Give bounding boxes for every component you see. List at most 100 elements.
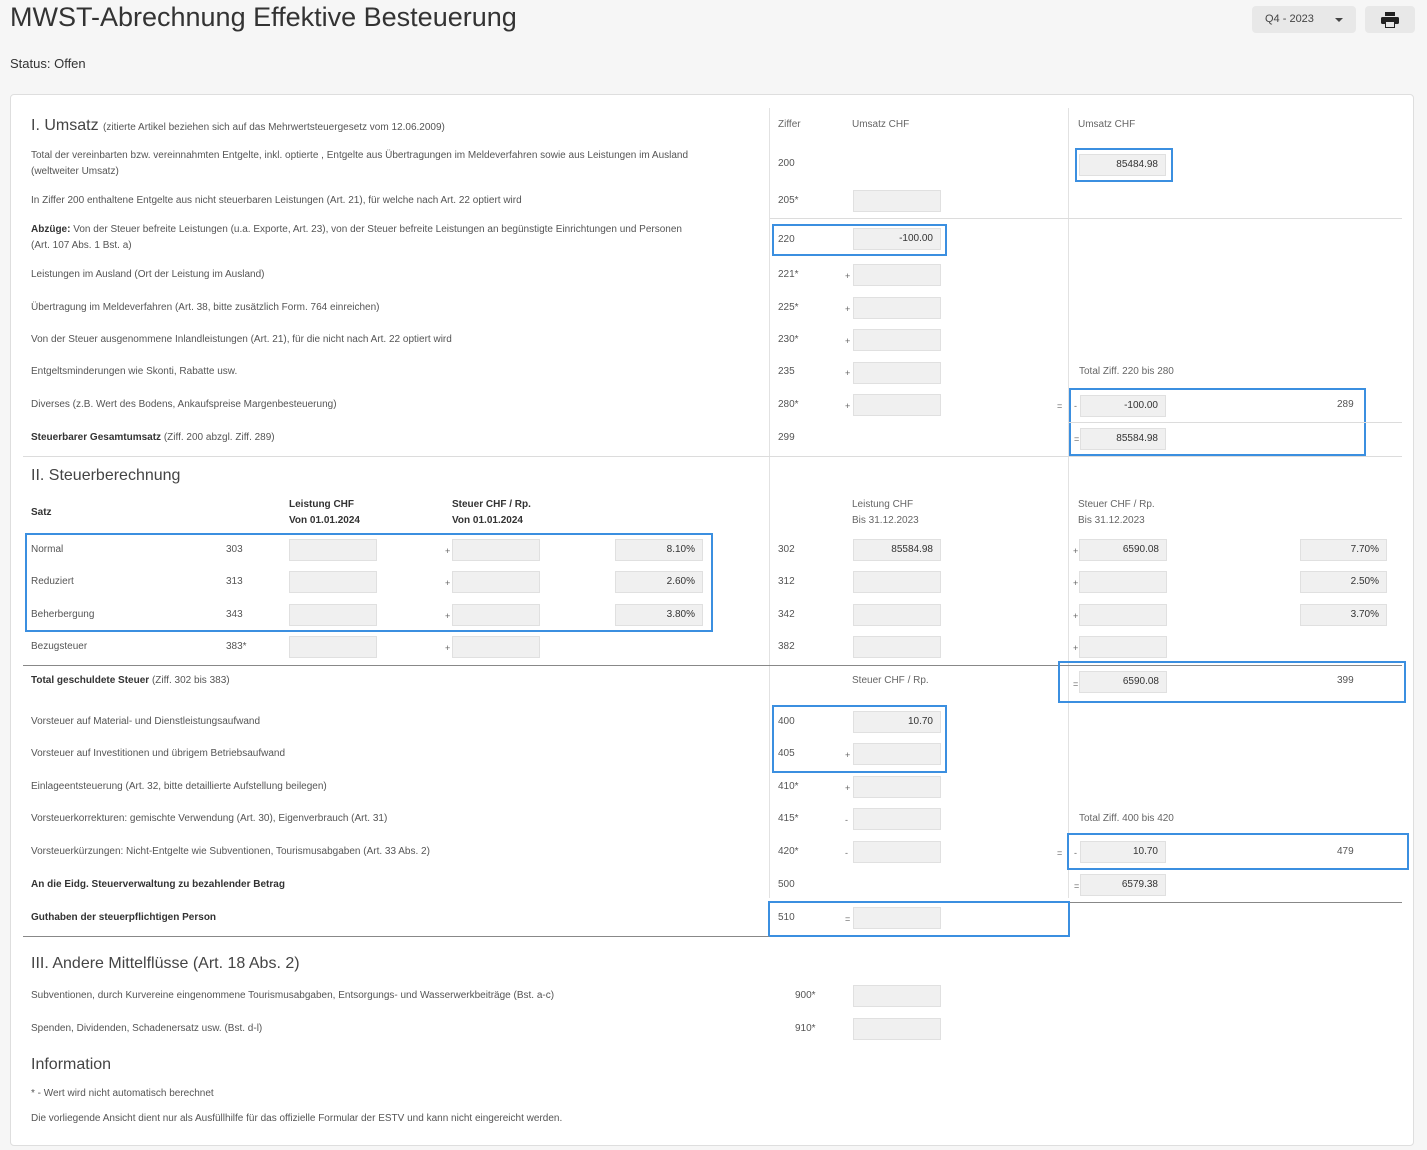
op-plus: +	[845, 336, 851, 346]
field-303-leistung[interactable]	[289, 539, 377, 561]
field-313-leistung[interactable]	[289, 571, 377, 593]
field-343-leistung[interactable]	[289, 604, 377, 626]
op-plus: +	[845, 271, 851, 281]
code-415: 415*	[778, 813, 799, 824]
op-equals: =	[1073, 679, 1079, 689]
row-205-label: In Ziffer 200 enthaltene Entgelte aus ni…	[31, 195, 522, 206]
field-200[interactable]: 85484.98	[1079, 154, 1166, 176]
field-312-leistung[interactable]	[853, 571, 941, 593]
info-note-asterisk: * - Wert wird nicht automatisch berechne…	[31, 1088, 214, 1099]
row-900-label: Subventionen, durch Kurvereine eingenomm…	[31, 990, 555, 1001]
col-steuer-total: Steuer CHF / Rp.	[852, 675, 929, 686]
field-280[interactable]	[853, 394, 941, 416]
code-205: 205*	[778, 195, 799, 206]
op-equals: =	[1074, 881, 1080, 891]
field-510[interactable]	[853, 907, 941, 929]
row-200-label: Total der vereinbarten bzw. vereinnahmte…	[31, 150, 689, 177]
code-225: 225*	[778, 302, 799, 313]
op-plus: +	[1073, 643, 1079, 653]
field-225[interactable]	[853, 297, 941, 319]
field-415[interactable]	[853, 808, 941, 830]
divider	[1068, 902, 1402, 903]
op-plus: +	[445, 611, 451, 621]
period-dropdown[interactable]: Q4 - 2023	[1252, 6, 1356, 33]
field-205[interactable]	[853, 190, 941, 212]
op-plus: +	[845, 304, 851, 314]
code-410: 410*	[778, 781, 799, 792]
code-302: 302	[778, 544, 795, 555]
field-410[interactable]	[853, 776, 941, 798]
field-383-steuer[interactable]	[452, 636, 540, 658]
divider	[1068, 422, 1402, 423]
code-200: 200	[778, 158, 795, 169]
field-221[interactable]	[853, 264, 941, 286]
field-342-steuer[interactable]	[1079, 604, 1167, 626]
field-399[interactable]: 6590.08	[1079, 671, 1167, 693]
section-umsatz-heading: I. Umsatz (zitierte Artikel beziehen sic…	[31, 117, 445, 134]
row-221-label: Leistungen im Ausland (Ort der Leistung …	[31, 269, 265, 280]
row-299-label: Steuerbarer Gesamtumsatz (Ziff. 200 abzg…	[31, 432, 275, 443]
code-343: 343	[226, 609, 243, 620]
info-heading: Information	[31, 1056, 112, 1073]
field-299[interactable]: 85584.98	[1080, 428, 1166, 450]
op-plus: +	[845, 783, 851, 793]
rate-row-label: Normal	[31, 544, 64, 555]
field-382-steuer[interactable]	[1079, 636, 1167, 658]
field-900[interactable]	[853, 985, 941, 1007]
field-382-leistung[interactable]	[853, 636, 941, 658]
field-420[interactable]	[853, 841, 941, 863]
op-equals: =	[845, 914, 851, 924]
op-minus: -	[845, 848, 848, 858]
field-230[interactable]	[853, 329, 941, 351]
rate-row-label: Reduziert	[31, 576, 74, 587]
rate-row-label: Bezugsteuer	[31, 641, 88, 652]
period-value: Q4 - 2023	[1265, 13, 1314, 25]
field-500[interactable]: 6579.38	[1080, 874, 1166, 896]
rate-302: 7.70%	[1300, 539, 1387, 561]
field-235[interactable]	[853, 362, 941, 384]
field-302-leistung[interactable]: 85584.98	[853, 539, 941, 561]
row-910-label: Spenden, Dividenden, Schadenersatz usw. …	[31, 1023, 263, 1034]
col-ziffer: Ziffer	[778, 119, 801, 130]
field-312-steuer[interactable]	[1079, 571, 1167, 593]
caret-down-icon	[1335, 18, 1343, 22]
field-405[interactable]	[853, 743, 941, 765]
field-302-steuer[interactable]: 6590.08	[1079, 539, 1167, 561]
code-510: 510	[778, 912, 795, 923]
total-note-220-280: Total Ziff. 220 bis 280	[1079, 366, 1174, 377]
code-230: 230*	[778, 334, 799, 345]
rate-312: 2.50%	[1300, 571, 1387, 593]
field-479[interactable]: 10.70	[1080, 841, 1166, 863]
code-299: 299	[778, 432, 795, 443]
print-button[interactable]	[1365, 6, 1415, 33]
rate-313: 2.60%	[615, 571, 703, 593]
op-plus: +	[445, 578, 451, 588]
row-510-label: Guthaben der steuerpflichtigen Person	[31, 912, 217, 923]
row-220-label: Abzüge: Von der Steuer befreite Leistung…	[31, 224, 682, 251]
code-405: 405	[778, 748, 795, 759]
field-220[interactable]: -100.00	[853, 228, 941, 250]
col-umsatz: Umsatz CHF	[852, 119, 910, 130]
col-leistung-alt: Leistung CHF Bis 31.12.2023	[852, 499, 919, 526]
field-342-leistung[interactable]	[853, 604, 941, 626]
field-289[interactable]: -100.00	[1080, 395, 1166, 417]
code-342: 342	[778, 609, 795, 620]
field-400[interactable]: 10.70	[853, 711, 941, 733]
op-plus: +	[845, 750, 851, 760]
code-313: 313	[226, 576, 243, 587]
total-tax-label: Total geschuldete Steuer (Ziff. 302 bis …	[31, 675, 230, 686]
field-303-steuer[interactable]	[452, 539, 540, 561]
field-383-leistung[interactable]	[289, 636, 377, 658]
code-221: 221*	[778, 269, 799, 280]
field-910[interactable]	[853, 1018, 941, 1040]
field-313-steuer[interactable]	[452, 571, 540, 593]
field-343-steuer[interactable]	[452, 604, 540, 626]
section-steuer-heading: II. Steuerberechnung	[31, 467, 181, 484]
row-235-label: Entgeltsminderungen wie Skonti, Rabatte …	[31, 366, 238, 377]
col-satz: Satz	[31, 507, 52, 518]
rate-343: 3.80%	[615, 604, 703, 626]
row-420-label: Vorsteuerkürzungen: Nicht-Entgelte wie S…	[31, 846, 430, 857]
code-382: 382	[778, 641, 795, 652]
row-415-label: Vorsteuerkorrekturen: gemischte Verwendu…	[31, 813, 388, 824]
code-400: 400	[778, 716, 795, 727]
